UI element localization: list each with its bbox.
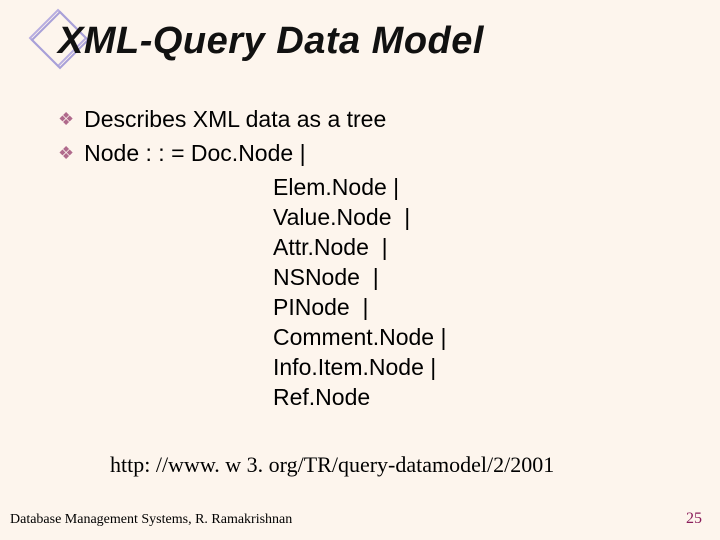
slide-body: ❖ Describes XML data as a tree ❖ Node : … <box>58 104 446 412</box>
bullet-text: Describes XML data as a tree <box>84 104 386 134</box>
diamond-bullet-icon: ❖ <box>58 104 74 134</box>
node-type-line: PINode | <box>273 292 446 322</box>
footer-text: Database Management Systems, R. Ramakris… <box>10 512 292 528</box>
node-type-line: NSNode | <box>273 262 446 292</box>
node-type-line: Info.Item.Node | <box>273 352 446 382</box>
node-type-line: Value.Node | <box>273 202 446 232</box>
reference-url: http: //www. w 3. org/TR/query-datamodel… <box>110 452 554 478</box>
diamond-bullet-icon: ❖ <box>58 138 74 168</box>
node-type-line: Elem.Node | <box>273 172 446 202</box>
bullet-text: Node : : = Doc.Node | <box>84 138 305 168</box>
bullet-item: ❖ Node : : = Doc.Node | <box>58 138 446 168</box>
node-type-line: Ref.Node <box>273 382 446 412</box>
bullet-item: ❖ Describes XML data as a tree <box>58 104 446 134</box>
slide-title: XML-Query Data Model <box>58 20 484 63</box>
node-type-list: Elem.Node | Value.Node | Attr.Node | NSN… <box>273 172 446 412</box>
page-number: 25 <box>686 510 702 528</box>
node-type-line: Attr.Node | <box>273 232 446 262</box>
node-type-line: Comment.Node | <box>273 322 446 352</box>
